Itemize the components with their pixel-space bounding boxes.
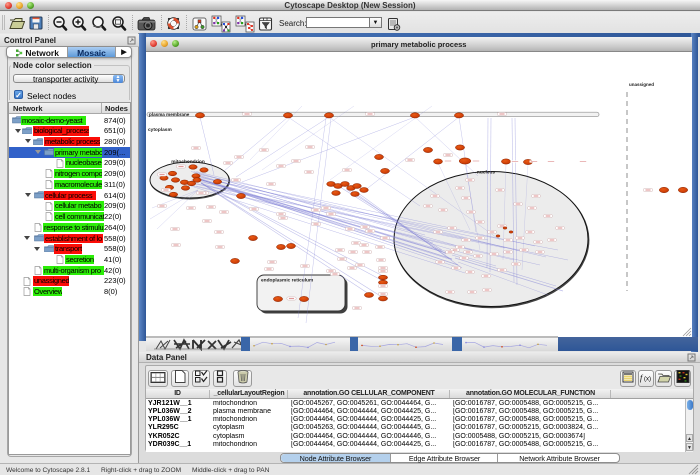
svg-text:mitochondrion: mitochondrion [171,159,205,165]
svg-text:cytoplasm: cytoplasm [148,127,172,133]
svg-text:plasma membrane: plasma membrane [149,112,190,117]
svg-text:(x): (x) [644,376,651,382]
svg-text:endoplasmic reticulum: endoplasmic reticulum [261,278,313,284]
svg-text:nucleus: nucleus [477,170,495,176]
svg-text:unassigned: unassigned [629,82,654,87]
